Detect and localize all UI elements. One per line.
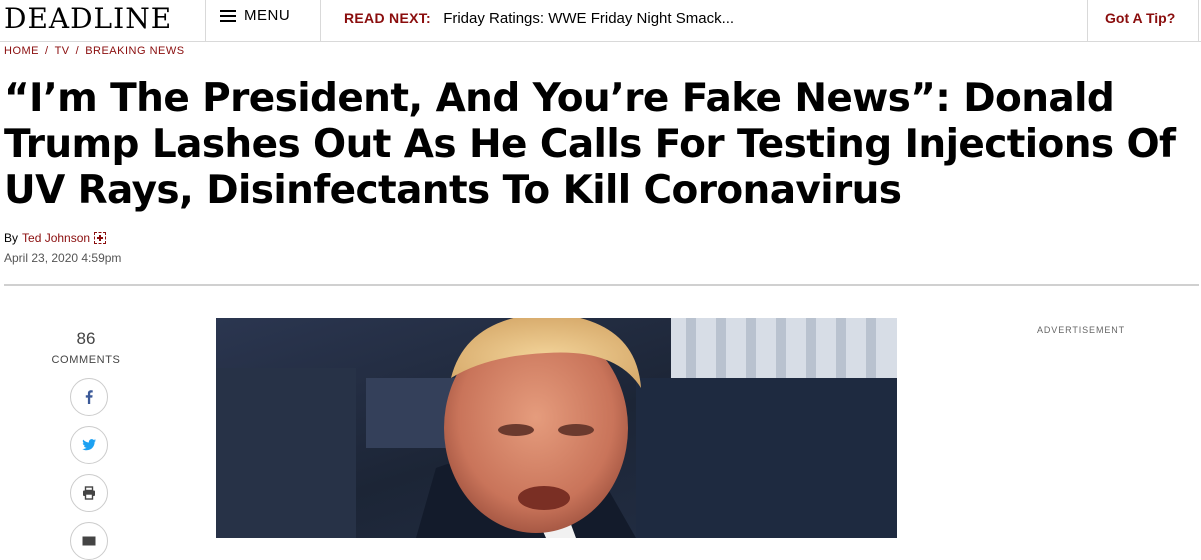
divider [1198,0,1199,42]
read-next-link[interactable]: READ NEXT: Friday Ratings: WWE Friday Ni… [344,10,734,27]
facebook-share-button[interactable] [70,378,108,416]
site-logo[interactable]: DEADLINE [4,2,172,35]
divider [320,0,321,42]
breadcrumb-home[interactable]: HOME [4,45,39,57]
comments-label[interactable]: COMMENTS [46,354,126,366]
comments-count[interactable]: 86 [56,329,116,349]
menu-button[interactable]: MENU [220,7,290,24]
read-next-title: Friday Ratings: WWE Friday Night Smack..… [443,10,735,27]
publish-date: April 23, 2020 4:59pm [4,251,122,265]
byline: By Ted Johnson [4,231,107,245]
breadcrumb: HOME / TV / BREAKING NEWS [4,45,185,57]
print-icon [83,486,95,500]
menu-label: MENU [244,7,291,24]
breadcrumb-breaking-news[interactable]: BREAKING NEWS [85,45,184,57]
top-navigation-bar: DEADLINE MENU READ NEXT: Friday Ratings:… [0,0,1201,42]
email-share-button[interactable] [70,522,108,560]
article-hero-image[interactable] [216,318,897,538]
hamburger-icon [220,9,236,22]
hero-photo [216,318,897,538]
article-headline: “I’m The President, And You’re Fake News… [4,76,1176,213]
divider [4,284,1199,286]
facebook-icon [85,390,93,404]
divider [205,0,206,42]
advertisement-label: ADVERTISEMENT [1037,325,1126,335]
author-link[interactable]: Ted Johnson [22,231,90,245]
byline-prefix: By [4,231,19,245]
twitter-icon [82,439,96,451]
twitter-share-button[interactable] [70,426,108,464]
breadcrumb-tv[interactable]: TV [55,45,70,57]
got-a-tip-link[interactable]: Got A Tip? [1105,10,1175,26]
read-next-label: READ NEXT: [344,10,432,26]
divider [1087,0,1088,42]
print-button[interactable] [70,474,108,512]
follow-author-icon[interactable] [94,232,107,244]
